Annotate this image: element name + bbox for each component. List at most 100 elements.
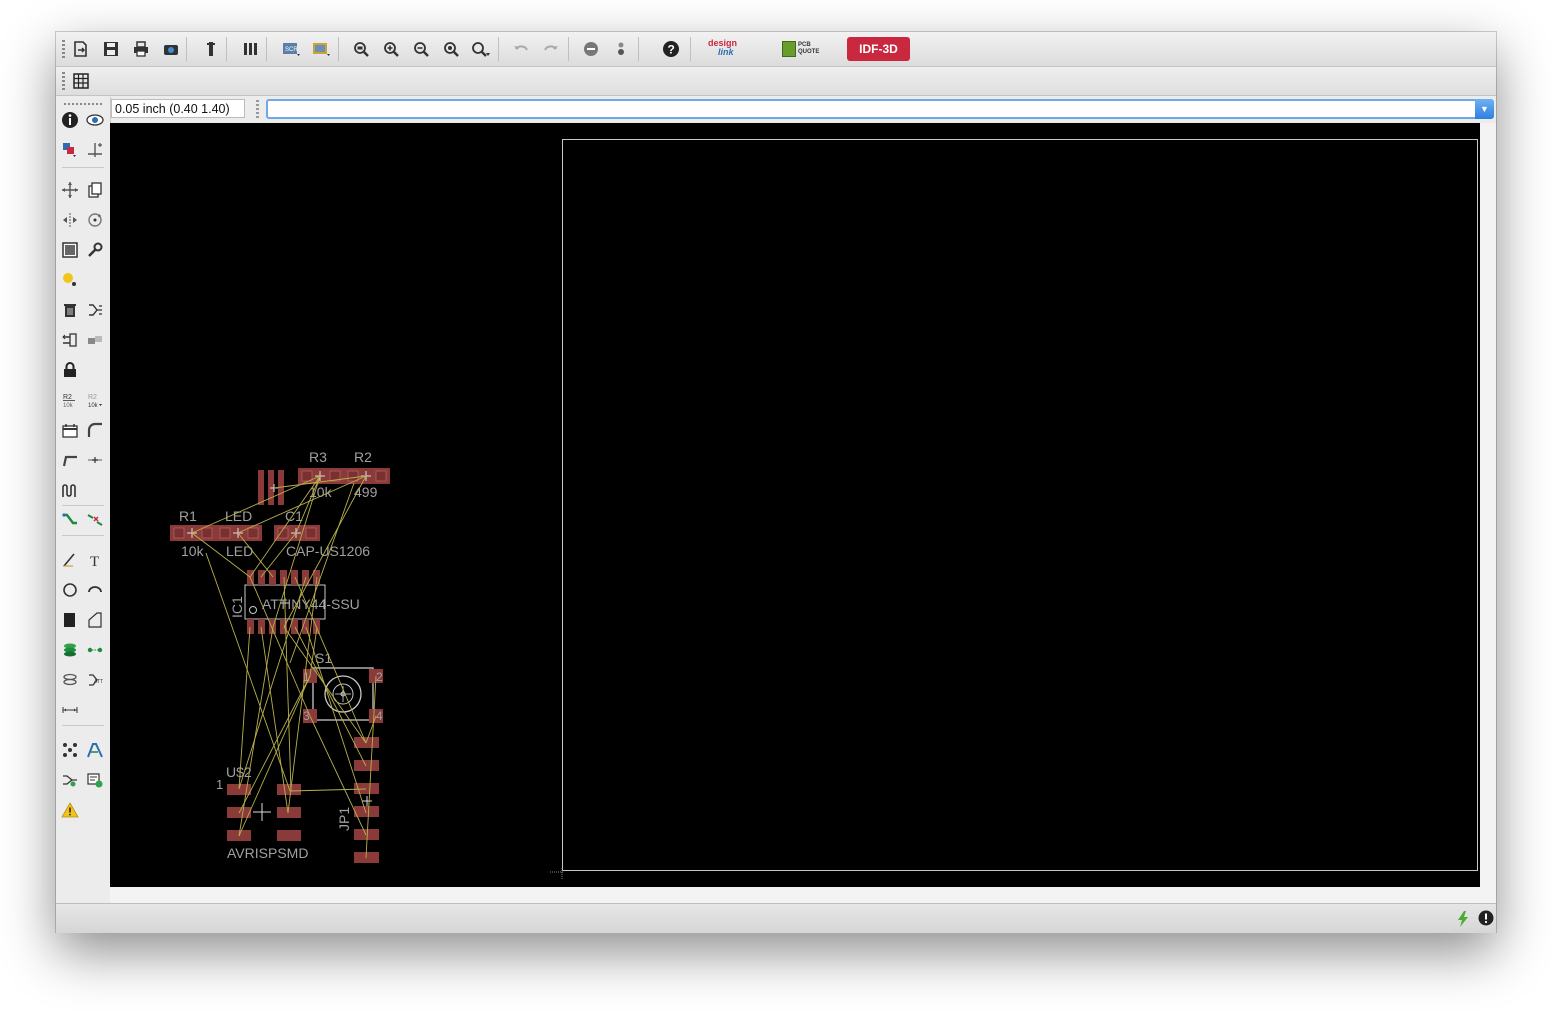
s1-pin-3: 3 xyxy=(303,709,310,723)
part-c1[interactable]: C1 CAP-US1206 xyxy=(274,508,370,559)
add-part-icon[interactable] xyxy=(85,300,105,320)
undo-icon[interactable] xyxy=(510,38,532,60)
part-value-r1: 10k xyxy=(181,543,205,559)
arc-icon[interactable] xyxy=(85,580,105,600)
part-avrisp[interactable]: U$2 1 AVRISPSMD xyxy=(216,764,308,861)
replace-icon[interactable] xyxy=(85,330,105,350)
command-history-dropdown[interactable]: ▼ xyxy=(1475,99,1494,119)
horizontal-scrollbar[interactable] xyxy=(110,887,1480,903)
text-icon[interactable]: T xyxy=(85,550,105,570)
move-icon[interactable] xyxy=(60,180,80,200)
group-icon[interactable] xyxy=(60,240,80,260)
cam-processor-icon[interactable] xyxy=(160,38,182,60)
polygon-icon[interactable] xyxy=(85,610,105,630)
script-icon[interactable]: SCR xyxy=(280,38,302,60)
meander-icon[interactable] xyxy=(60,480,80,500)
pcb-chip-icon xyxy=(782,41,796,57)
mark-icon[interactable] xyxy=(85,140,105,160)
optimize-icon[interactable] xyxy=(85,450,105,470)
via-layers-icon[interactable] xyxy=(60,640,80,660)
attribute-icon[interactable]: ATT xyxy=(85,670,105,690)
toolbar-grip[interactable] xyxy=(62,72,65,90)
svg-text:ATT: ATT xyxy=(94,679,103,685)
rectangle-icon[interactable] xyxy=(60,610,80,630)
part-name-r1: R1 xyxy=(179,508,197,524)
vertical-scrollbar[interactable] xyxy=(1480,123,1496,903)
part-value-led: LED xyxy=(226,543,253,559)
route-icon[interactable] xyxy=(60,510,80,530)
zoom-in-icon[interactable] xyxy=(380,38,402,60)
zoom-fit-icon[interactable] xyxy=(350,38,372,60)
toolbar-grip[interactable] xyxy=(62,40,65,58)
info-icon[interactable] xyxy=(60,110,80,130)
command-input[interactable] xyxy=(266,99,1484,119)
run-script-icon[interactable] xyxy=(310,38,332,60)
print-icon[interactable] xyxy=(130,38,152,60)
idf-3d-button[interactable]: IDF-3D xyxy=(847,37,910,61)
hole-icon[interactable] xyxy=(60,670,80,690)
split-icon[interactable] xyxy=(60,450,80,470)
delete-icon[interactable] xyxy=(60,300,80,320)
part-name-r3: R3 xyxy=(309,449,327,465)
part-s1[interactable]: S1 1 2 3 4 xyxy=(303,650,383,723)
wire-icon[interactable] xyxy=(60,550,80,570)
eagle-board-window: SCR ? design link PCB QUOTE IDF-3D 0.05 … xyxy=(56,32,1496,933)
show-eye-icon[interactable] xyxy=(85,110,105,130)
part-r3[interactable]: R3 10k xyxy=(298,449,344,500)
command-toolbox: R2 10k R2 10k T ATT xyxy=(56,97,111,903)
errors-warning-icon[interactable] xyxy=(60,800,80,820)
open-icon[interactable] xyxy=(70,38,92,60)
copy-icon[interactable] xyxy=(85,180,105,200)
pinswap-icon[interactable] xyxy=(60,330,80,350)
zoom-out-icon[interactable] xyxy=(410,38,432,60)
ulp-icon[interactable] xyxy=(200,38,222,60)
mirror-icon[interactable] xyxy=(60,210,80,230)
pcb-quote-logo[interactable]: PCB QUOTE xyxy=(782,41,819,57)
part-name-jp1: JP1 xyxy=(336,807,352,831)
lock-icon[interactable] xyxy=(60,360,80,380)
stop-icon[interactable] xyxy=(580,38,602,60)
stop-command-icon[interactable] xyxy=(1478,910,1494,931)
smash-icon[interactable] xyxy=(60,420,80,440)
board-canvas[interactable]: R3 10k R2 499 R1 10k LED LED C1 CAP-US12… xyxy=(110,123,1480,887)
avrisp-pin-1: 1 xyxy=(216,777,223,792)
status-bar xyxy=(56,903,1496,933)
go-icon[interactable] xyxy=(610,38,632,60)
name-icon[interactable]: R2 10k xyxy=(60,390,80,410)
svg-text:T: T xyxy=(90,554,99,569)
part-ic1[interactable]: IC1 ATTINY44-SSU xyxy=(229,570,360,634)
dimension-icon[interactable] xyxy=(60,700,80,720)
display-layers-icon[interactable] xyxy=(60,140,80,160)
rotate-icon[interactable] xyxy=(85,210,105,230)
origin-marker xyxy=(550,868,564,880)
grid-toolbar xyxy=(56,67,1496,96)
part-jp1[interactable]: JP1 xyxy=(336,737,379,863)
value-icon[interactable]: R2 10k xyxy=(85,390,105,410)
redraw-icon[interactable] xyxy=(440,38,462,60)
designlink-logo[interactable]: design link xyxy=(708,39,737,57)
circle-icon[interactable] xyxy=(60,580,80,600)
chevron-down-icon: ▼ xyxy=(1480,104,1489,114)
autorouter-icon[interactable] xyxy=(85,740,105,760)
miter-icon[interactable] xyxy=(85,420,105,440)
paste-icon[interactable] xyxy=(60,270,80,290)
board-drawing: R3 10k R2 499 R1 10k LED LED C1 CAP-US12… xyxy=(170,139,1478,880)
lightning-icon[interactable] xyxy=(1455,910,1471,933)
save-icon[interactable] xyxy=(100,38,122,60)
part-led[interactable]: LED LED xyxy=(216,508,262,559)
s1-pin-2: 2 xyxy=(376,670,383,684)
help-icon[interactable]: ? xyxy=(660,38,682,60)
layer-settings-icon[interactable] xyxy=(240,38,262,60)
command-grip xyxy=(256,100,259,118)
signal-icon[interactable] xyxy=(85,640,105,660)
grid-icon[interactable] xyxy=(70,70,92,92)
redo-icon[interactable] xyxy=(540,38,562,60)
ripup-icon[interactable] xyxy=(85,510,105,530)
zoom-select-icon[interactable] xyxy=(470,38,492,60)
svg-text:?: ? xyxy=(668,43,675,57)
ratsnest-icon[interactable] xyxy=(60,740,80,760)
erc-icon[interactable] xyxy=(60,770,80,790)
part-name-avrisp: U$2 xyxy=(226,764,252,780)
change-wrench-icon[interactable] xyxy=(85,240,105,260)
drc-icon[interactable] xyxy=(85,770,105,790)
